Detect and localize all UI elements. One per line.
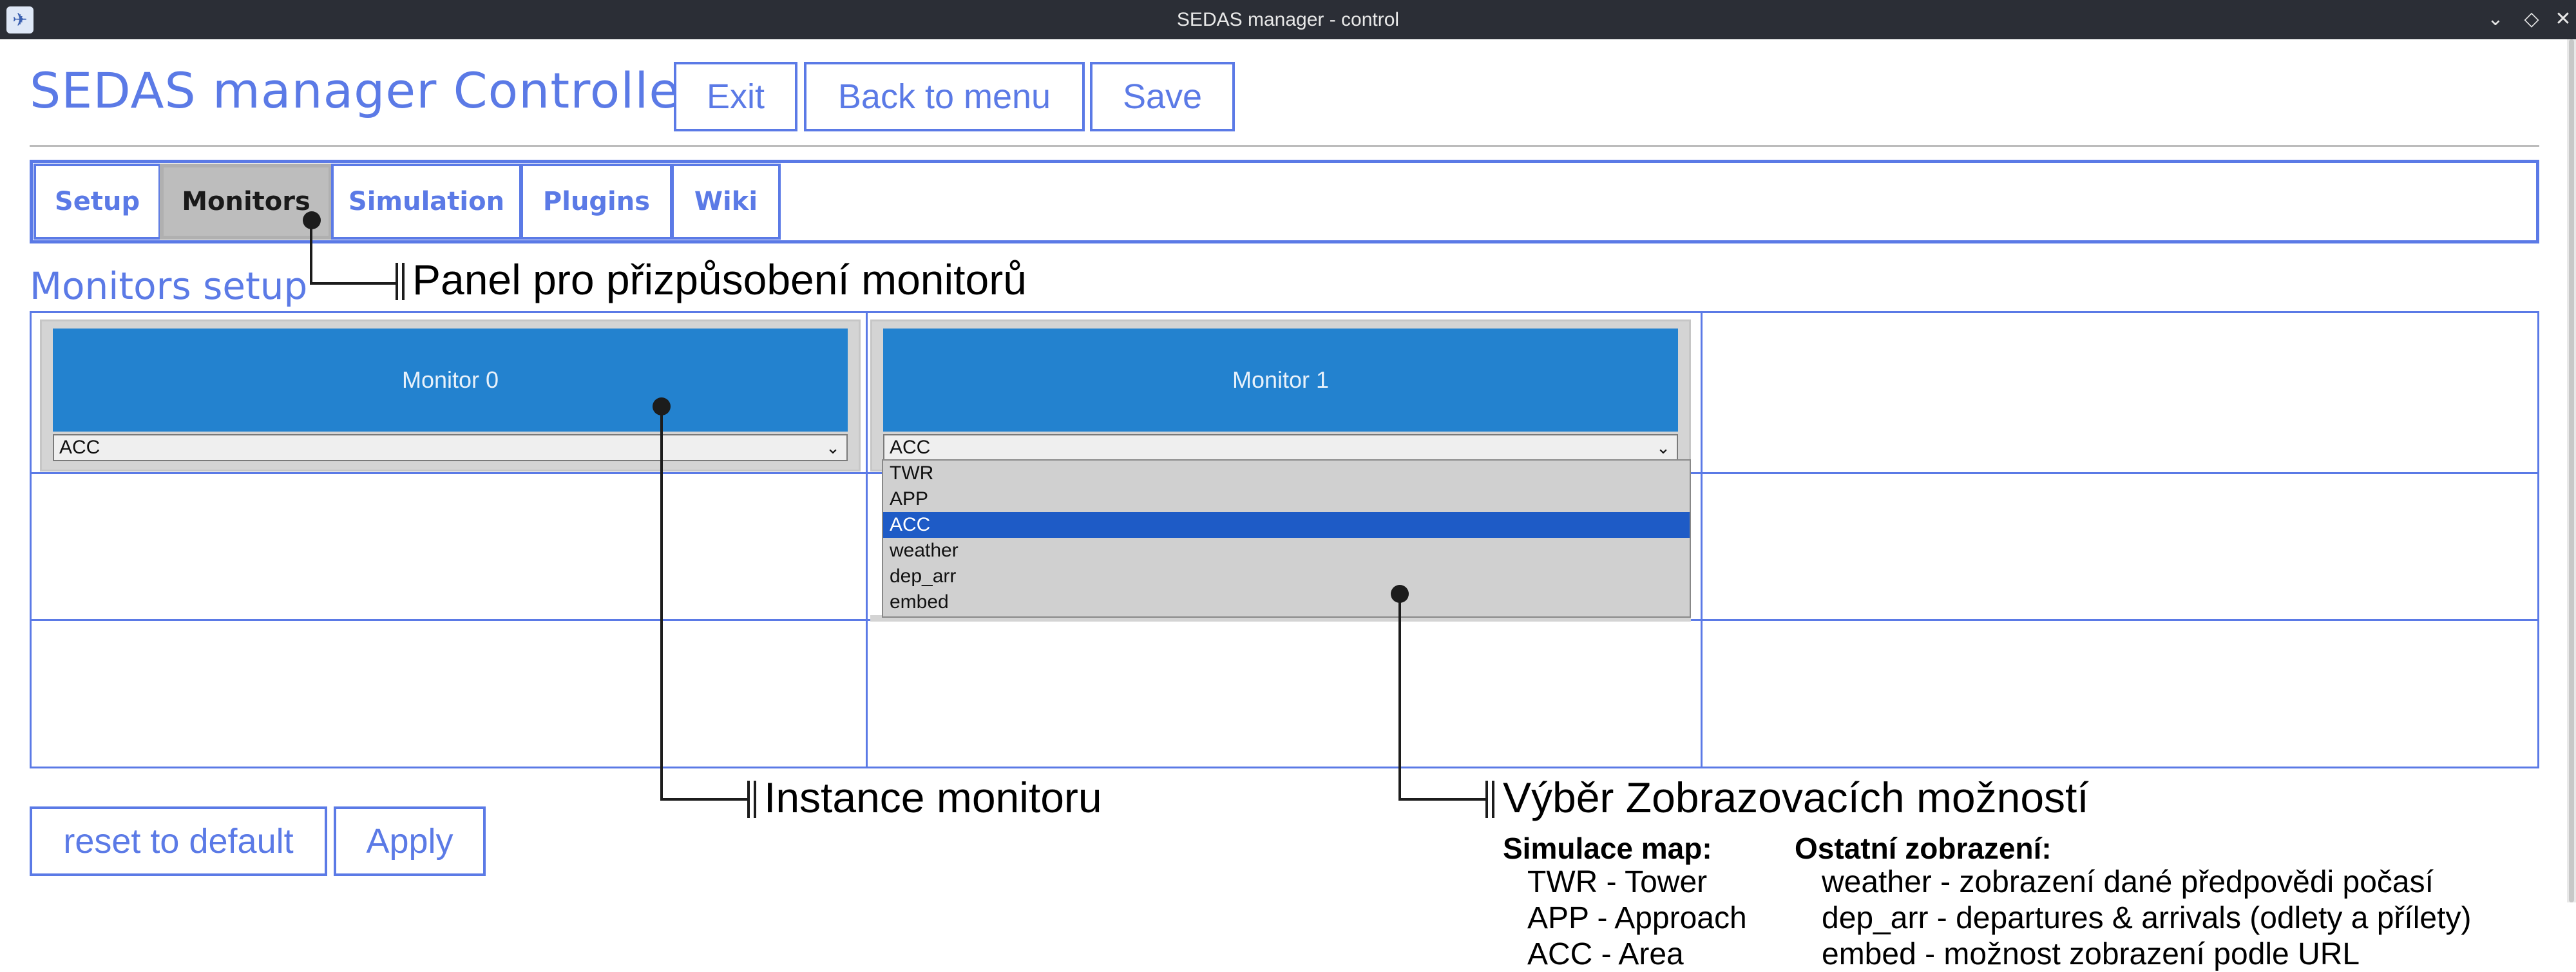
header-divider — [30, 145, 2539, 147]
tab-monitors[interactable]: Monitors — [160, 164, 332, 240]
callout-line — [1398, 798, 1486, 801]
annotation-panel: Panel pro přizpůsobení monitorů — [412, 256, 1027, 303]
chevron-down-icon: ⌄ — [1656, 438, 1670, 457]
callout-line — [660, 798, 748, 801]
reset-to-default-button[interactable]: reset to default — [30, 806, 327, 876]
grid-divider — [1701, 311, 1703, 768]
callout-line — [1398, 594, 1401, 801]
dropdown-option-app[interactable]: APP — [883, 486, 1690, 512]
apply-button[interactable]: Apply — [334, 806, 486, 876]
scrollbar[interactable] — [2567, 39, 2576, 902]
callout-line — [310, 220, 312, 285]
maximize-icon[interactable]: ◇ — [2517, 5, 2546, 33]
app-title: SEDAS manager Controller — [30, 62, 701, 119]
scrollbar-thumb[interactable] — [2569, 39, 2574, 902]
legend-sim-item: ACC - Area — [1527, 937, 1684, 971]
dropdown-option-embed[interactable]: embed — [883, 589, 1690, 615]
monitor-display-select[interactable]: ACC ⌄ — [53, 434, 848, 461]
save-button[interactable]: Save — [1090, 62, 1235, 131]
callout-line — [660, 406, 663, 801]
window-title: SEDAS manager - control — [1176, 9, 1400, 30]
close-icon[interactable]: ✕ — [2549, 5, 2576, 33]
section-title: Monitors setup — [30, 264, 308, 308]
tab-simulation[interactable]: Simulation — [331, 164, 522, 240]
legend-other-item: dep_arr - departures & arrivals (odlety … — [1822, 901, 2472, 935]
annotation-instance: Instance monitoru — [764, 774, 1102, 821]
grid-divider — [866, 311, 868, 768]
exit-button[interactable]: Exit — [674, 62, 797, 131]
legend-sim-heading: Simulace map: — [1503, 832, 1712, 865]
dropdown-option-dep-arr[interactable]: dep_arr — [883, 564, 1690, 589]
monitor-header[interactable]: Monitor 1 — [883, 329, 1678, 432]
legend-other-heading: Ostatní zobrazení: — [1795, 832, 2052, 865]
back-to-menu-button[interactable]: Back to menu — [804, 62, 1085, 131]
tab-plugins[interactable]: Plugins — [520, 164, 673, 240]
legend-sim-item: APP - Approach — [1527, 901, 1747, 935]
monitor-header[interactable]: Monitor 0 — [53, 329, 848, 432]
minimize-icon[interactable]: ⌄ — [2481, 5, 2510, 33]
annotation-options: Výběr Zobrazovacích možností — [1503, 774, 2089, 821]
callout-marker — [396, 263, 405, 300]
callout-marker — [747, 781, 756, 818]
legend-other-item: weather - zobrazení dané předpovědi poča… — [1822, 865, 2434, 899]
monitor-display-select[interactable]: ACC ⌄ — [883, 434, 1678, 461]
dropdown-option-weather[interactable]: weather — [883, 538, 1690, 564]
chevron-down-icon: ⌄ — [826, 438, 840, 457]
select-value: ACC — [59, 437, 100, 458]
dropdown-option-acc[interactable]: ACC — [883, 512, 1690, 538]
callout-marker — [1485, 781, 1494, 818]
tab-setup[interactable]: Setup — [33, 164, 161, 240]
window-titlebar: ✈ SEDAS manager - control ⌄ ◇ ✕ — [0, 0, 2576, 39]
callout-line — [310, 282, 396, 285]
legend-sim-item: TWR - Tower — [1527, 865, 1708, 899]
dropdown-option-twr[interactable]: TWR — [883, 461, 1690, 486]
display-options-dropdown[interactable]: TWR APP ACC weather dep_arr embed — [882, 459, 1691, 618]
select-value: ACC — [890, 437, 931, 458]
legend-other-item: embed - možnost zobrazení podle URL — [1822, 937, 2360, 971]
monitor-card-1: Monitor 1 ACC ⌄ — [870, 319, 1691, 472]
tab-wiki[interactable]: Wiki — [671, 164, 781, 240]
monitor-card-0: Monitor 0 ACC ⌄ — [40, 319, 861, 472]
